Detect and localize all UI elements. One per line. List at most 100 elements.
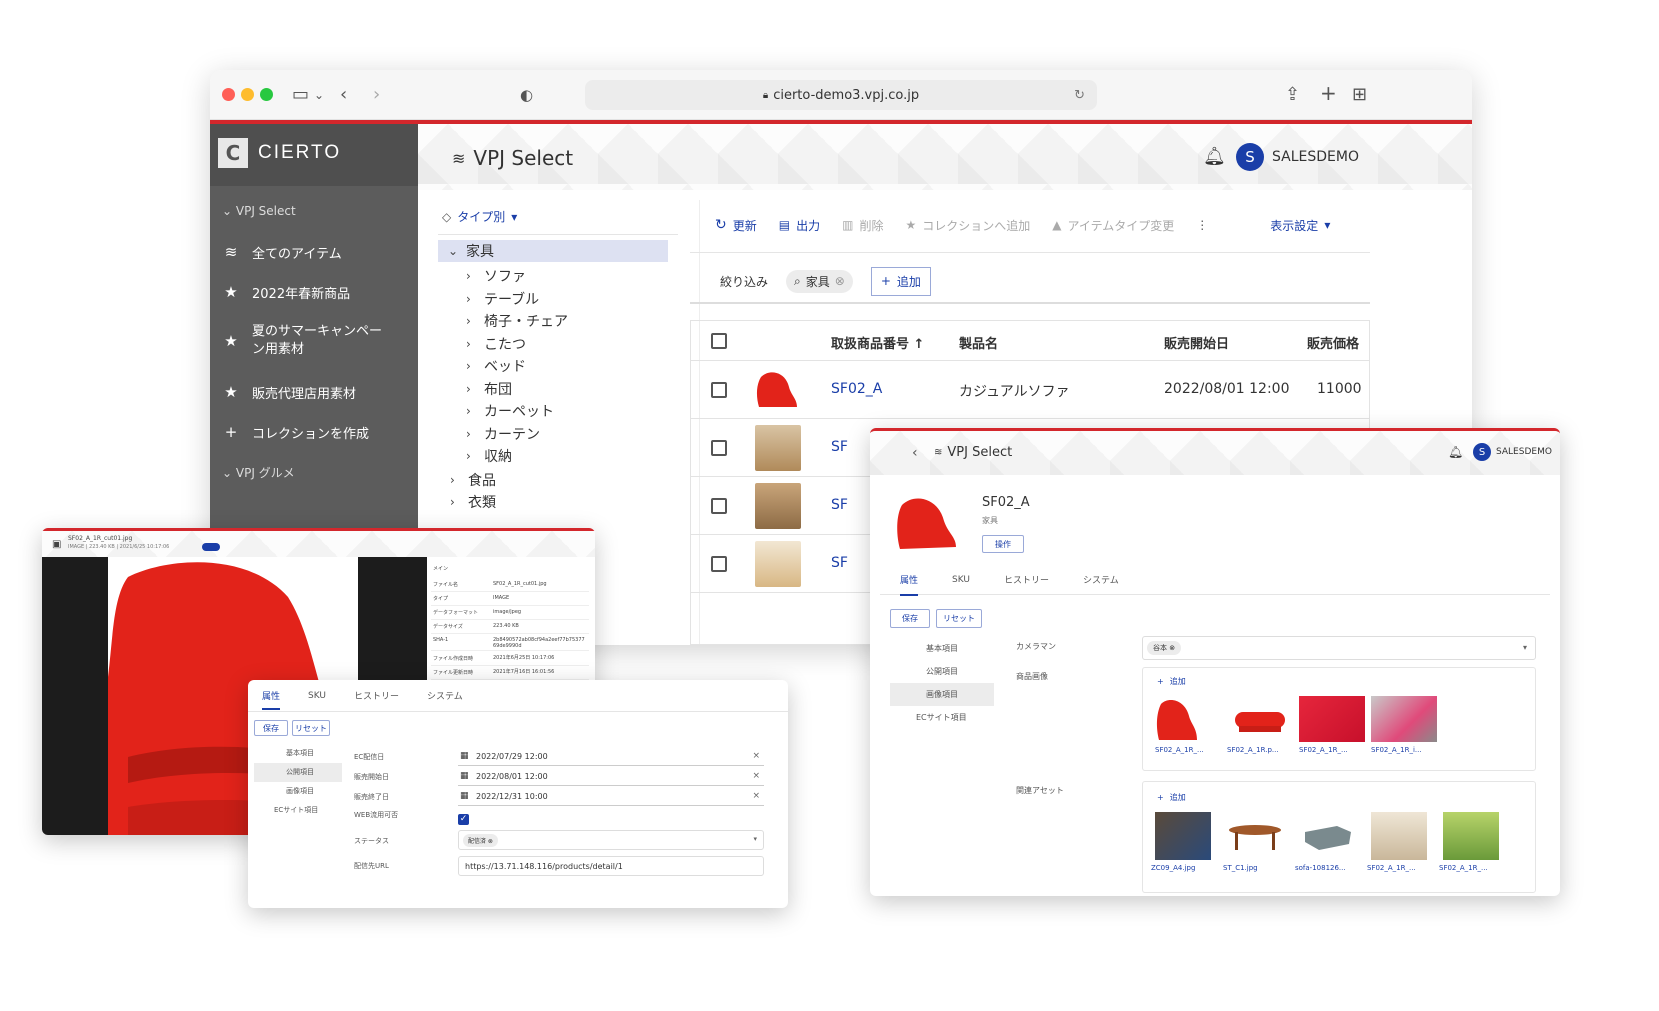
status-select[interactable]: 配信済 ⊗ ▾: [458, 830, 764, 850]
save-button[interactable]: 保存: [254, 720, 288, 736]
clear-icon[interactable]: ×: [752, 771, 760, 781]
back-icon[interactable]: ‹: [340, 84, 347, 105]
delete-button[interactable]: ▥ 削除: [842, 217, 883, 234]
avatar[interactable]: S: [1473, 443, 1491, 461]
web-checkbox[interactable]: ✓: [458, 814, 469, 825]
menu-image[interactable]: 画像項目: [890, 683, 994, 706]
product-id-link[interactable]: SF: [831, 439, 848, 455]
related-asset[interactable]: [1155, 812, 1211, 860]
menu-basic[interactable]: 基本項目: [254, 744, 342, 763]
row-checkbox[interactable]: [711, 382, 727, 398]
tree-node[interactable]: › カーテン: [466, 424, 540, 444]
user-name[interactable]: SALESDEMO: [1496, 447, 1552, 457]
close-window-button[interactable]: [222, 88, 235, 101]
select-all-checkbox[interactable]: [711, 333, 727, 349]
avatar[interactable]: S: [1236, 143, 1264, 171]
reset-button[interactable]: リセット: [936, 609, 982, 628]
tab-history[interactable]: ヒストリー: [1004, 573, 1049, 586]
sidebar-item-all-items[interactable]: ≋ 全てのアイテム: [210, 234, 418, 270]
related-asset[interactable]: [1227, 812, 1283, 860]
product-image-caption[interactable]: SF02_A_1R_...: [1299, 746, 1369, 754]
sidebar-item-summer[interactable]: ★ 夏のサマーキャンペーン用素材: [210, 314, 418, 368]
refresh-button[interactable]: ↻ 更新: [715, 217, 757, 234]
add-filter-button[interactable]: + 追加: [870, 266, 931, 296]
tree-node-furniture[interactable]: ⌄ 家具: [438, 240, 668, 262]
tab-sku[interactable]: SKU: [952, 575, 970, 585]
tab-system[interactable]: システム: [427, 689, 463, 702]
bell-icon[interactable]: 🔔︎: [1448, 445, 1463, 459]
product-image-caption[interactable]: SF02_A_1R_...: [1155, 746, 1225, 754]
tree-node[interactable]: › テーブル: [466, 289, 539, 309]
related-asset-caption[interactable]: ZC09_A4.jpg: [1151, 864, 1221, 872]
related-asset-caption[interactable]: SF02_A_1R_...: [1367, 864, 1437, 872]
product-image-caption[interactable]: SF02_A_1R.p...: [1227, 746, 1297, 754]
related-asset[interactable]: [1299, 812, 1355, 860]
user-name[interactable]: SALESDEMO: [1272, 149, 1359, 165]
operation-button[interactable]: 操作: [982, 535, 1024, 553]
tree-node[interactable]: › カーペット: [466, 401, 554, 421]
export-button[interactable]: ▤ 出力: [779, 217, 820, 234]
row-checkbox[interactable]: [711, 556, 727, 572]
clear-icon[interactable]: ×: [752, 751, 760, 761]
product-image[interactable]: [1155, 696, 1221, 742]
menu-ec[interactable]: ECサイト項目: [890, 706, 994, 729]
col-price[interactable]: 販売価格: [1307, 333, 1359, 352]
date-field[interactable]: ▦ 2022/07/29 12:00 ×: [458, 748, 764, 766]
url-field[interactable]: https://13.71.148.116/products/detail/1: [458, 856, 764, 876]
tree-node[interactable]: › 布団: [466, 379, 512, 399]
menu-ec[interactable]: ECサイト項目: [254, 801, 342, 820]
table-row[interactable]: SF02_A カジュアルソファ 2022/08/01 12:00 11000: [691, 361, 1369, 419]
view-settings-dropdown[interactable]: 表示設定 ▾: [1270, 217, 1330, 234]
address-bar[interactable]: 🔒︎ cierto-demo3.vpj.co.jp ↻: [585, 80, 1097, 110]
tree-node[interactable]: › ソファ: [466, 266, 526, 286]
save-button[interactable]: 保存: [890, 609, 930, 628]
product-id-link[interactable]: SF02_A: [831, 381, 882, 397]
more-menu-icon[interactable]: ⋮: [1196, 218, 1208, 232]
sidebar-toggle-icon[interactable]: ▭: [292, 84, 309, 105]
forward-icon[interactable]: ›: [373, 84, 380, 105]
product-image-caption[interactable]: SF02_A_1R_i...: [1371, 746, 1441, 754]
add-to-collection-button[interactable]: ★ コレクションへ追加: [905, 217, 1030, 234]
tree-node-food[interactable]: › 食品: [450, 470, 496, 490]
tab-system[interactable]: システム: [1083, 573, 1119, 586]
date-field[interactable]: ▦ 2022/12/31 10:00 ×: [458, 788, 764, 806]
product-image[interactable]: [1371, 696, 1437, 742]
tab-attributes[interactable]: 属性: [262, 689, 281, 710]
tab-overview-icon[interactable]: ⊞: [1352, 84, 1367, 105]
sidebar-item-create-collection[interactable]: + コレクションを作成: [210, 414, 418, 450]
filter-chip[interactable]: ⌕ 家具 ⊗: [786, 269, 853, 293]
related-asset[interactable]: [1443, 812, 1499, 860]
related-asset-caption[interactable]: ST_C1.jpg: [1223, 864, 1293, 872]
related-asset[interactable]: [1371, 812, 1427, 860]
menu-image[interactable]: 画像項目: [254, 782, 342, 801]
chevron-down-icon[interactable]: ⌄: [314, 88, 324, 102]
minimize-window-button[interactable]: [241, 88, 254, 101]
clear-icon[interactable]: ×: [752, 791, 760, 801]
type-filter-dropdown[interactable]: ◇ タイプ別 ▾: [442, 208, 517, 225]
row-checkbox[interactable]: [711, 440, 727, 456]
menu-public[interactable]: 公開項目: [254, 763, 342, 782]
row-checkbox[interactable]: [711, 498, 727, 514]
product-id-link[interactable]: SF: [831, 497, 848, 513]
sidebar-section-vpj-gourmet[interactable]: ⌄ VPJ グルメ: [222, 464, 295, 481]
date-field[interactable]: ▦ 2022/08/01 12:00 ×: [458, 768, 764, 786]
add-asset-button[interactable]: + 追加: [1157, 792, 1186, 803]
reload-icon[interactable]: ↻: [1074, 88, 1085, 103]
col-id[interactable]: 取扱商品番号 ↑: [831, 333, 924, 352]
tree-node[interactable]: › こたつ: [466, 334, 526, 354]
tab-history[interactable]: ヒストリー: [354, 689, 399, 702]
share-icon[interactable]: ⇪: [1285, 84, 1300, 105]
cameraman-select[interactable]: 谷本 ⊗ ▾: [1142, 636, 1536, 660]
tree-node[interactable]: › ベッド: [466, 356, 526, 376]
bell-icon[interactable]: 🔔︎: [1203, 146, 1226, 167]
product-image[interactable]: [1299, 696, 1365, 742]
add-image-button[interactable]: + 追加: [1157, 676, 1186, 687]
new-tab-icon[interactable]: +: [1320, 81, 1337, 105]
change-type-button[interactable]: ▲ アイテムタイプ変更: [1052, 217, 1174, 234]
menu-basic[interactable]: 基本項目: [890, 637, 994, 660]
reset-button[interactable]: リセット: [292, 720, 330, 736]
col-name[interactable]: 製品名: [959, 333, 998, 352]
tree-node-clothing[interactable]: › 衣類: [450, 492, 496, 512]
sidebar-section-vpj-select[interactable]: ⌄ VPJ Select: [222, 204, 296, 218]
product-image[interactable]: [1227, 696, 1293, 742]
